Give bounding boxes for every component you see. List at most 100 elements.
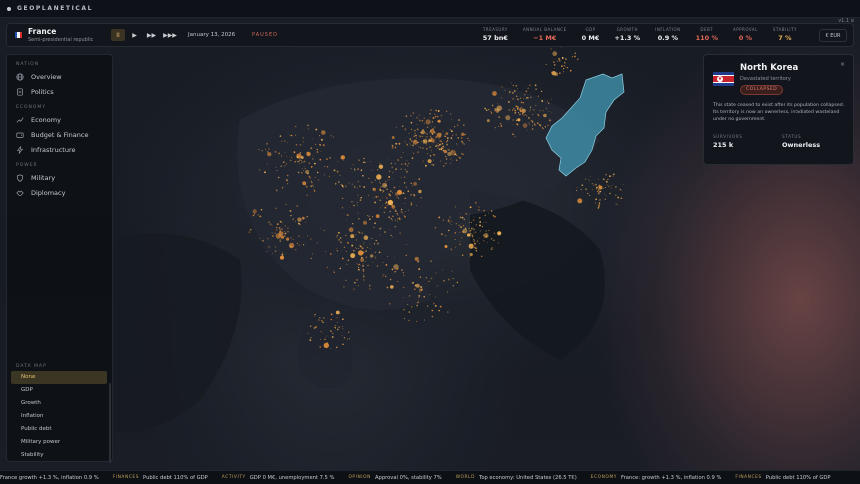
data-map-list[interactable]: None GDP Growth Inflation Public debt Mi…	[7, 371, 114, 463]
city-light	[282, 251, 283, 253]
city-light	[520, 106, 522, 108]
city-light	[363, 274, 365, 276]
city-light	[437, 110, 440, 112]
city-light	[323, 229, 325, 231]
sidebar-item-diplomacy[interactable]: Diplomacy	[7, 185, 112, 200]
city-light	[310, 238, 312, 240]
city-light	[440, 143, 442, 145]
city-light	[336, 317, 338, 319]
city-light	[310, 180, 312, 182]
data-map-item-none[interactable]: None	[11, 371, 107, 384]
ticker-text: France: growth +1.3 %, inflation 0.9 %	[620, 474, 722, 481]
city-light	[475, 224, 477, 226]
city-light	[442, 145, 444, 148]
city-light	[303, 141, 304, 143]
city-light	[342, 318, 344, 320]
stat-annual-balance[interactable]: ANNUAL BALANCE −1 M€	[523, 27, 567, 42]
stat-inflation[interactable]: INFLATION 0.9 %	[655, 27, 680, 42]
city-light	[341, 207, 344, 209]
city-light	[403, 297, 404, 299]
city-light	[512, 109, 513, 111]
city-light	[461, 140, 463, 143]
city-light	[316, 171, 319, 174]
city-light	[419, 276, 422, 278]
sidebar-item-economy[interactable]: Economy	[7, 112, 112, 127]
city-light	[397, 197, 400, 199]
city-light	[407, 303, 409, 306]
city-light	[257, 214, 259, 216]
city-light	[357, 212, 359, 214]
city-light	[384, 275, 387, 278]
city-light	[357, 248, 359, 250]
city-light	[306, 151, 308, 154]
data-map-scrollbar[interactable]	[109, 383, 111, 463]
stat-approval[interactable]: APPROVAL 0 %	[733, 27, 758, 42]
country-selector[interactable]: France Semi-presidential republic	[15, 27, 101, 43]
city-light	[260, 208, 263, 211]
survivors-label: SURVIVORS	[713, 134, 743, 139]
city-light	[437, 144, 440, 147]
data-map-item-military-power[interactable]: Military power	[11, 436, 107, 449]
sidebar-item-overview[interactable]: Overview	[7, 69, 112, 84]
play-button[interactable]: ▶	[127, 29, 142, 41]
city-light	[358, 159, 360, 161]
stat-growth[interactable]: GROWTH +1.3 %	[614, 27, 640, 42]
city-light	[379, 234, 381, 236]
data-map-item-growth[interactable]: Growth	[11, 397, 107, 410]
city-light	[445, 162, 447, 165]
city-light	[395, 126, 397, 128]
city-light	[522, 123, 528, 128]
city-light	[616, 204, 618, 206]
city-light	[440, 160, 441, 162]
city-light	[429, 131, 431, 133]
fastest-forward-button[interactable]: ▶▶▶	[161, 29, 179, 41]
city-light	[394, 209, 396, 211]
city-light	[394, 219, 396, 221]
city-light	[469, 234, 471, 237]
city-light	[425, 136, 427, 138]
sidebar-item-military[interactable]: Military	[7, 170, 112, 185]
city-light	[353, 288, 355, 290]
city-light	[425, 119, 431, 125]
city-light	[410, 182, 413, 185]
stat-value: −1 M€	[533, 34, 557, 42]
city-light	[511, 82, 512, 84]
city-light	[532, 113, 534, 116]
stat-debt[interactable]: DEBT 110 %	[696, 27, 718, 42]
sidebar-item-budget[interactable]: Budget & Finance	[7, 127, 112, 142]
city-light	[299, 159, 301, 162]
close-icon[interactable]: ×	[840, 61, 845, 68]
data-map-item-gdp[interactable]: GDP	[11, 384, 107, 397]
stat-gdp[interactable]: GDP 0 M€	[582, 27, 600, 42]
city-light	[520, 101, 523, 104]
fast-forward-button[interactable]: ▶▶	[144, 29, 159, 41]
city-light	[418, 119, 421, 122]
city-light	[513, 134, 515, 136]
city-light	[417, 151, 419, 153]
city-light	[363, 271, 365, 272]
sidebar-item-politics[interactable]: Politics	[7, 84, 112, 99]
city-light	[408, 319, 410, 322]
city-light	[498, 116, 501, 118]
city-light	[319, 144, 322, 146]
city-light	[268, 246, 270, 248]
city-light	[252, 214, 255, 217]
city-light	[281, 228, 283, 230]
city-light	[563, 68, 565, 70]
stat-treasury[interactable]: TREASURY 57 bn€	[483, 27, 508, 42]
data-map-item-public-debt[interactable]: Public debt	[11, 423, 107, 436]
city-light	[389, 228, 391, 230]
city-light	[423, 123, 425, 125]
city-light	[311, 181, 313, 184]
city-light	[381, 189, 383, 191]
currency-button[interactable]: € EUR	[819, 29, 847, 42]
stat-stability[interactable]: STABILITY 7 %	[773, 27, 797, 42]
pause-button[interactable]: II	[111, 29, 125, 41]
sidebar-item-infrastructure[interactable]: Infrastructure	[7, 142, 112, 157]
city-light	[544, 126, 547, 128]
city-light	[556, 60, 558, 62]
data-map-item-stability[interactable]: Stability	[11, 449, 107, 462]
city-light	[517, 88, 518, 89]
city-light	[569, 69, 572, 72]
data-map-item-inflation[interactable]: Inflation	[11, 410, 107, 423]
